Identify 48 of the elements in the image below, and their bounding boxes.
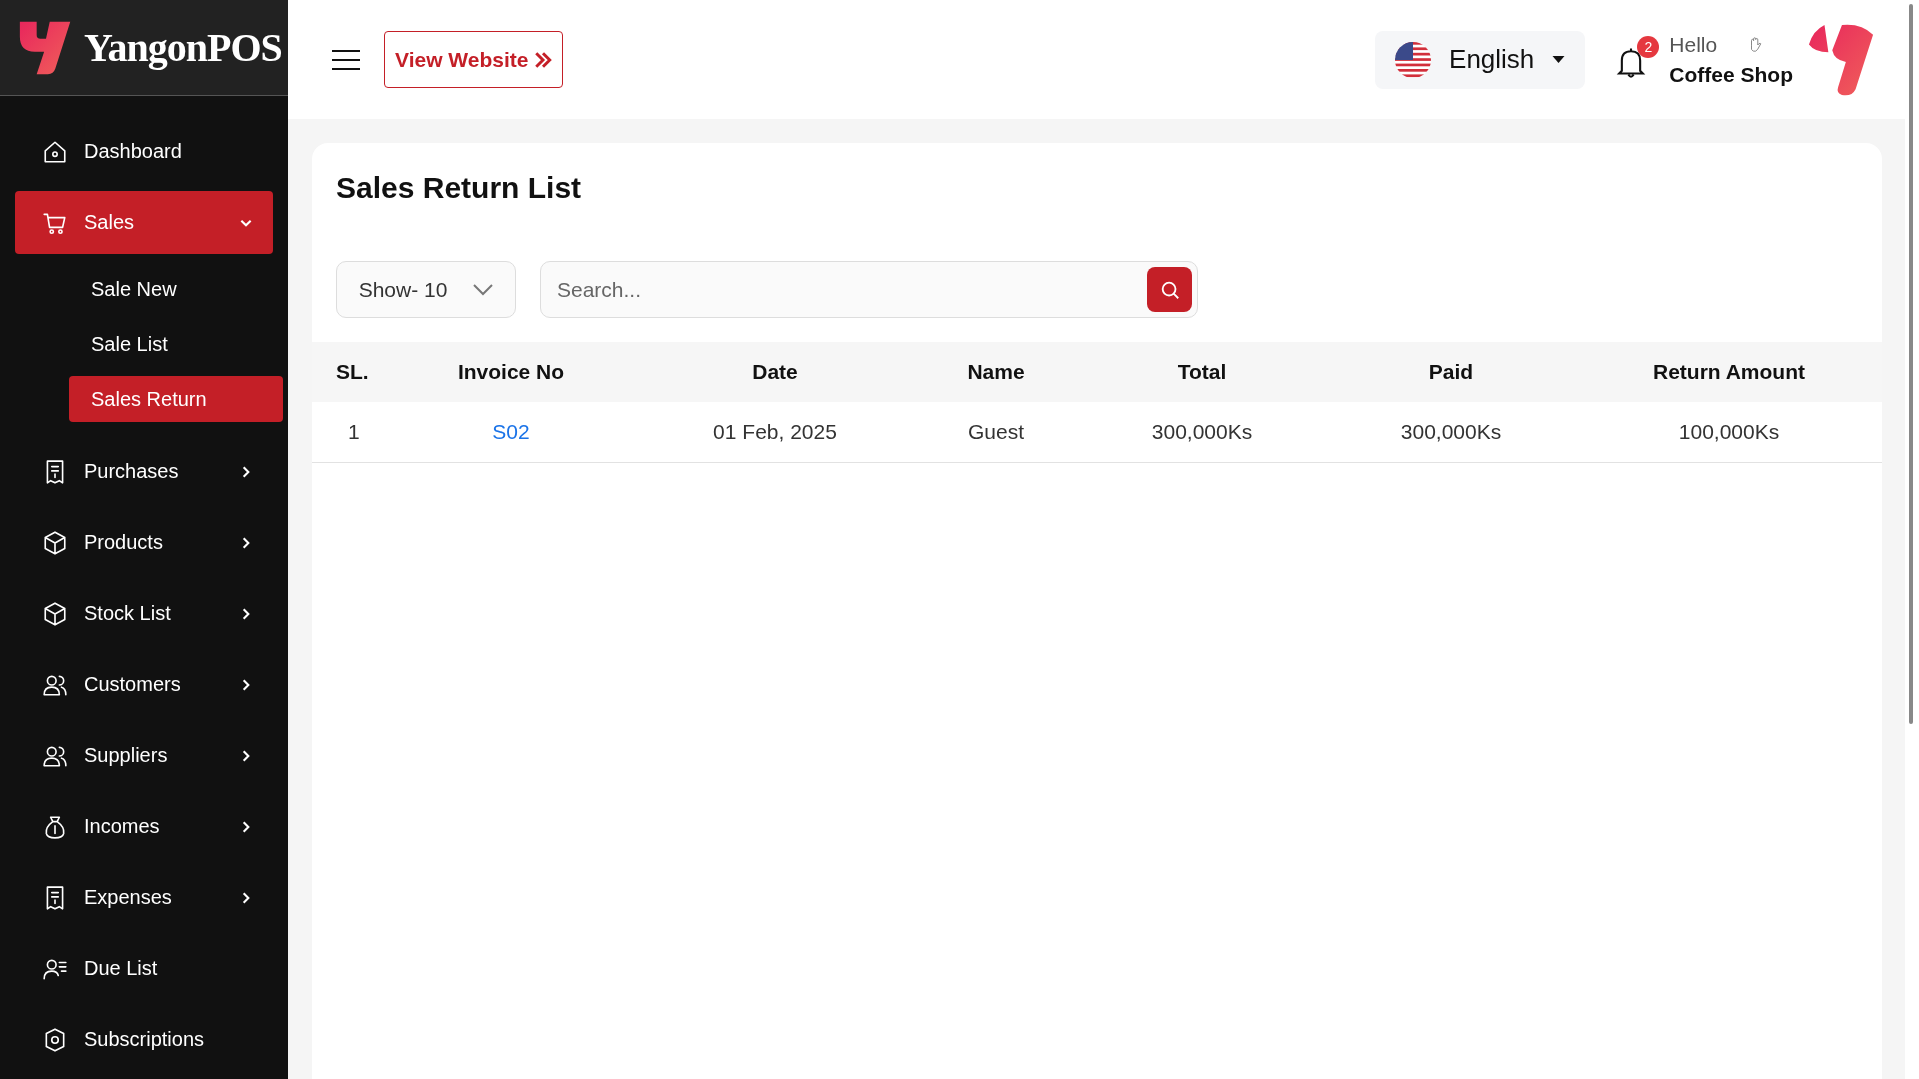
search-field[interactable]: Search... xyxy=(540,261,1198,318)
table-cell: Guest xyxy=(968,420,1024,444)
sidebar-item[interactable]: Products xyxy=(15,511,273,574)
sidebar-item[interactable]: Incomes xyxy=(15,795,273,858)
sidebar-item[interactable]: Stock List xyxy=(15,582,273,645)
column-header: Return Amount xyxy=(1652,360,1805,384)
submenu-item[interactable]: Sale List xyxy=(69,321,283,367)
search-button[interactable] xyxy=(1147,267,1192,312)
column-header: Invoice No xyxy=(457,360,565,384)
table-cell: 1 xyxy=(348,420,360,444)
table-cell: 01 Feb, 2025 xyxy=(713,420,837,444)
page-size-select[interactable]: Show- 10 xyxy=(336,261,516,318)
chevron-down-icon xyxy=(473,283,494,296)
sidebar-item[interactable]: Purchases xyxy=(15,440,273,503)
view-website-button[interactable]: View Website xyxy=(384,31,564,88)
table-cell: 100,000Ks xyxy=(1678,420,1780,444)
column-header: Date xyxy=(752,360,798,384)
flag-icon xyxy=(1395,41,1432,78)
box-icon xyxy=(42,529,68,556)
notification-count: 2 xyxy=(1637,35,1660,58)
scrollbar[interactable] xyxy=(1905,0,1919,1079)
avatar-logo-icon xyxy=(1807,22,1875,97)
sidebar-item[interactable]: Customers xyxy=(15,653,273,716)
sidebar-item[interactable]: Expenses xyxy=(15,866,273,929)
language-dropdown[interactable]: English xyxy=(1375,30,1586,89)
greeting: Hello xyxy=(1669,32,1719,57)
column-header: Name xyxy=(967,360,1025,384)
sidebar-item[interactable]: Sales xyxy=(15,191,273,254)
column-header: Total xyxy=(1177,360,1227,384)
sidebar-item[interactable]: Dashboard xyxy=(15,120,273,183)
double-chevron-icon xyxy=(534,50,553,69)
box-icon xyxy=(42,600,68,627)
submenu-item[interactable]: Sale New xyxy=(69,266,283,312)
user-name: Coffee Shop xyxy=(1669,62,1793,87)
submenu-item[interactable]: Sales Return xyxy=(69,376,283,422)
column-header: Paid xyxy=(1428,360,1474,384)
table-cell: 300,000Ks xyxy=(1400,420,1502,444)
caret-icon xyxy=(1552,55,1566,64)
sidebar-item[interactable]: Subscriptions xyxy=(15,1008,273,1071)
sidebar-item[interactable]: Due List xyxy=(15,937,273,1000)
invoice-link[interactable]: S02 xyxy=(492,420,530,443)
table-cell: 300,000Ks xyxy=(1151,420,1253,444)
brand-name: YangonPOS xyxy=(84,24,282,71)
page-title: Sales Return List xyxy=(335,170,583,206)
column-header: SL. xyxy=(336,360,369,384)
menu-icon[interactable] xyxy=(332,48,360,71)
waving-hand-icon xyxy=(1748,36,1763,53)
sidebar-item[interactable]: Suppliers xyxy=(15,724,273,787)
